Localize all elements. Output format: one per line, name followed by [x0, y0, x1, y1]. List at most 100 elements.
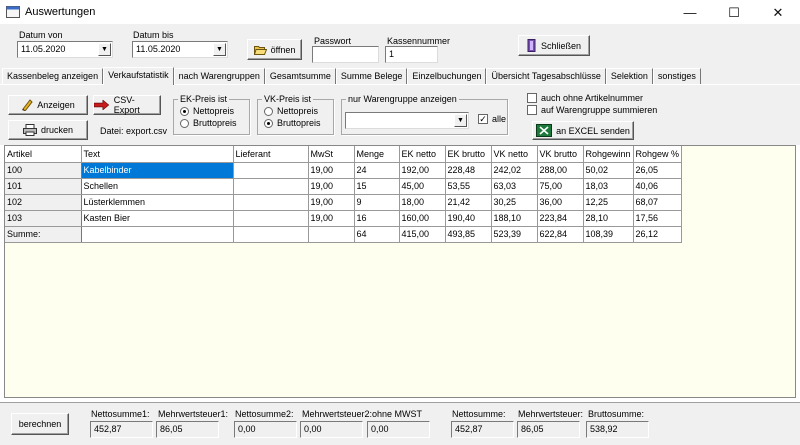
table-cell[interactable]: 40,06: [633, 178, 683, 195]
ek-netto-radio[interactable]: Nettopreis: [180, 106, 234, 116]
ek-brutto-radio[interactable]: Bruttopreis: [180, 118, 237, 128]
kassennummer-field[interactable]: 1: [385, 46, 438, 63]
table-cell[interactable]: 28,10: [583, 210, 634, 227]
column-header[interactable]: VK netto: [491, 146, 538, 163]
table-cell[interactable]: 19,00: [308, 210, 355, 227]
table-cell[interactable]: 75,00: [537, 178, 584, 195]
anzeigen-button[interactable]: Anzeigen: [8, 95, 88, 115]
table-cell[interactable]: 192,00: [399, 162, 446, 179]
checkbox-empty-icon[interactable]: [527, 93, 537, 103]
radio-empty-icon[interactable]: [264, 106, 273, 116]
tab-sonstiges[interactable]: sonstiges: [652, 68, 701, 84]
row-header-cell[interactable]: 103: [5, 210, 82, 227]
tab-tagesabschluesse[interactable]: Übersicht Tagesabschlüsse: [486, 68, 606, 84]
table-row[interactable]: 102 Lüsterklemmen 19,00 9 18,00 21,42 30,25 36,…: [5, 194, 683, 211]
tab-warengruppen[interactable]: nach Warengruppen: [173, 68, 265, 84]
table-cell[interactable]: 228,48: [445, 162, 492, 179]
table-cell[interactable]: 523,39: [491, 226, 538, 243]
drucken-button[interactable]: drucken: [8, 120, 88, 140]
checkbox-empty-icon[interactable]: [527, 105, 537, 115]
tab-selektion[interactable]: Selektion: [605, 68, 653, 84]
column-header[interactable]: Artikel: [5, 146, 82, 163]
table-cell[interactable]: [233, 194, 309, 211]
table-cell[interactable]: Schellen: [81, 178, 234, 195]
column-header[interactable]: MwSt: [308, 146, 355, 163]
table-cell[interactable]: 19,00: [308, 162, 355, 179]
schliessen-button[interactable]: Schließen: [518, 35, 590, 56]
column-header[interactable]: Text: [81, 146, 234, 163]
table-cell[interactable]: [81, 226, 234, 243]
alle-checkbox[interactable]: ✓ alle: [478, 114, 506, 124]
table-cell[interactable]: 9: [354, 194, 400, 211]
table-cell[interactable]: 160,00: [399, 210, 446, 227]
vk-brutto-radio[interactable]: Bruttopreis: [264, 118, 321, 128]
table-cell[interactable]: 15: [354, 178, 400, 195]
table-cell[interactable]: 53,55: [445, 178, 492, 195]
excel-button[interactable]: an EXCEL senden: [532, 121, 634, 140]
table-cell[interactable]: 68,07: [633, 194, 683, 211]
berechnen-button[interactable]: berechnen: [11, 413, 69, 435]
row-header-cell[interactable]: Summe:: [5, 226, 82, 243]
table-cell[interactable]: 108,39: [583, 226, 634, 243]
table-cell[interactable]: 26,05: [633, 162, 683, 179]
checkbox-checked-icon[interactable]: ✓: [478, 114, 488, 124]
column-header[interactable]: Rohgewinn: [583, 146, 634, 163]
table-cell[interactable]: 622,84: [537, 226, 584, 243]
table-cell[interactable]: 17,56: [633, 210, 683, 227]
row-header-cell[interactable]: 101: [5, 178, 82, 195]
column-header[interactable]: EK brutto: [445, 146, 492, 163]
chevron-down-icon[interactable]: ▼: [454, 114, 467, 127]
tab-summe-belege[interactable]: Summe Belege: [335, 68, 408, 84]
csv-export-button[interactable]: CSV-Export: [93, 95, 161, 115]
column-header[interactable]: VK brutto: [537, 146, 584, 163]
chevron-down-icon[interactable]: ▼: [98, 43, 111, 56]
oeffnen-button[interactable]: öffnen: [247, 39, 302, 60]
table-cell[interactable]: 288,00: [537, 162, 584, 179]
table-cell[interactable]: 16: [354, 210, 400, 227]
table-cell[interactable]: Kabelbinder: [81, 162, 234, 179]
tab-verkaufstatistik[interactable]: Verkaufstatistik: [103, 67, 174, 85]
table-cell[interactable]: [233, 162, 309, 179]
radio-selected-icon[interactable]: [264, 118, 273, 128]
table-cell[interactable]: [233, 178, 309, 195]
table-cell[interactable]: 12,25: [583, 194, 634, 211]
table-cell[interactable]: 21,42: [445, 194, 492, 211]
auf-warengruppe-checkbox[interactable]: auf Warengruppe summieren: [527, 105, 657, 115]
table-cell[interactable]: 36,00: [537, 194, 584, 211]
table-cell[interactable]: Lüsterklemmen: [81, 194, 234, 211]
table-cell[interactable]: 63,03: [491, 178, 538, 195]
chevron-down-icon[interactable]: ▼: [213, 43, 226, 56]
radio-empty-icon[interactable]: [180, 118, 189, 128]
column-header[interactable]: EK netto: [399, 146, 446, 163]
table-cell[interactable]: 45,00: [399, 178, 446, 195]
table-cell[interactable]: Kasten Bier: [81, 210, 234, 227]
table-cell[interactable]: 24: [354, 162, 400, 179]
close-button[interactable]: ✕: [756, 0, 800, 25]
passwort-field[interactable]: [312, 46, 379, 63]
table-row[interactable]: 101 Schellen 19,00 15 45,00 53,55 63,03 75,00 18…: [5, 178, 683, 195]
column-header[interactable]: Lieferant: [233, 146, 309, 163]
statistics-grid[interactable]: Artikel Text Lieferant MwSt Menge EK net…: [4, 145, 796, 398]
table-cell[interactable]: 64: [354, 226, 400, 243]
table-cell[interactable]: 50,02: [583, 162, 634, 179]
column-header[interactable]: Menge: [354, 146, 400, 163]
summary-row[interactable]: Summe: 64 415,00 493,85 523,39 622,84 108,39 26…: [5, 226, 683, 243]
table-cell[interactable]: 493,85: [445, 226, 492, 243]
table-cell[interactable]: [308, 226, 355, 243]
table-cell[interactable]: [233, 226, 309, 243]
row-header-cell[interactable]: 100: [5, 162, 82, 179]
table-cell[interactable]: 30,25: [491, 194, 538, 211]
table-cell[interactable]: 19,00: [308, 178, 355, 195]
column-header[interactable]: Rohgew %: [633, 146, 683, 163]
table-cell[interactable]: 18,03: [583, 178, 634, 195]
table-cell[interactable]: 415,00: [399, 226, 446, 243]
vk-netto-radio[interactable]: Nettopreis: [264, 106, 318, 116]
table-cell[interactable]: 190,40: [445, 210, 492, 227]
radio-selected-icon[interactable]: [180, 106, 189, 116]
table-cell[interactable]: 242,02: [491, 162, 538, 179]
tab-gesamtsumme[interactable]: Gesamtsumme: [264, 68, 336, 84]
datum-bis-picker[interactable]: 11.05.2020 ▼: [132, 41, 228, 58]
table-cell[interactable]: 19,00: [308, 194, 355, 211]
table-row[interactable]: 100 Kabelbinder 19,00 24 192,00 228,48 242,02 2…: [5, 162, 683, 179]
warengruppe-select[interactable]: ▼: [345, 112, 469, 129]
